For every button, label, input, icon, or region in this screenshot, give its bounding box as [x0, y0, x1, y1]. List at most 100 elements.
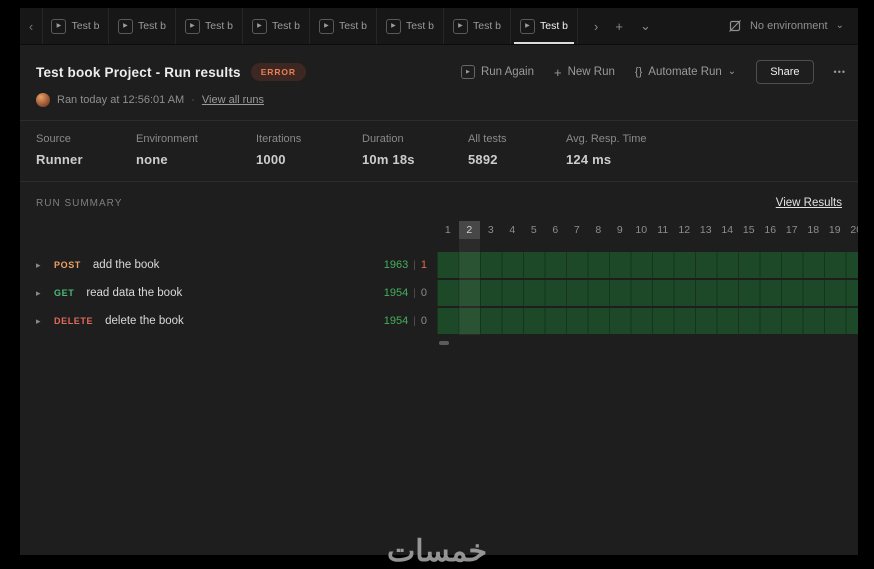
new-tab-button[interactable]: + — [615, 19, 623, 34]
pass-fail-counts: 1963 | 1 — [384, 259, 437, 271]
automate-icon: {} — [634, 65, 643, 78]
pass-fail-counts: 1954 | 0 — [384, 315, 437, 327]
app-window: ‹ ▶ Test b ▶ Test b ▶ Test b ▶ Test b ▶ Test b ▶ Te… — [20, 8, 858, 555]
scroll-tabs-right-button[interactable]: › — [594, 19, 598, 34]
horizontal-scrollbar-thumb[interactable] — [439, 341, 449, 345]
column-header-9[interactable]: 9 — [609, 221, 631, 239]
runner-tab-icon: ▶ — [117, 18, 133, 34]
count-separator: | — [413, 287, 416, 299]
run-summary-grid: 1234567891011121314151617181920 ▸POSTadd… — [20, 221, 858, 345]
column-header-20[interactable]: 20 — [846, 221, 858, 239]
failed-count: 0 — [420, 287, 427, 299]
run-timestamp: Ran today at 12:56:01 AM — [57, 94, 185, 106]
tab-8[interactable]: ▶ Test b — [511, 8, 578, 44]
tab-label: Test b — [271, 20, 300, 32]
stat-duration: Duration 10m 18s — [362, 133, 468, 167]
tab-5[interactable]: ▶ Test b — [310, 8, 377, 44]
view-results-link[interactable]: View Results — [776, 197, 842, 209]
column-header-16[interactable]: 16 — [760, 221, 782, 239]
pass-fail-counts: 1954 | 0 — [384, 287, 437, 299]
iteration-column-headers: 1234567891011121314151617181920 — [20, 221, 858, 239]
watermark-text: خمسات — [386, 535, 488, 568]
column-header-8[interactable]: 8 — [588, 221, 610, 239]
run-summary-label: RUN SUMMARY — [36, 197, 123, 209]
screenshot-canvas: ‹ ▶ Test b ▶ Test b ▶ Test b ▶ Test b ▶ Test b ▶ Te… — [0, 0, 874, 569]
request-method: GET — [54, 288, 75, 298]
row-heatmap[interactable] — [437, 280, 858, 306]
column-header-1[interactable]: 1 — [437, 221, 459, 239]
tab-1[interactable]: ▶ Test b — [42, 8, 109, 44]
automate-run-button[interactable]: {} Automate Run ⌄ — [635, 66, 736, 78]
stat-value: 1000 — [256, 152, 286, 167]
column-header-11[interactable]: 11 — [652, 221, 674, 239]
column-header-10[interactable]: 10 — [631, 221, 653, 239]
run-summary-rows: ▸ POST add the book 1963 | 1 ▸ GET read data the… — [20, 251, 858, 335]
page-title: Test book Project - Run results — [36, 64, 241, 80]
request-method: POST — [54, 260, 81, 270]
tab-bar: ‹ ▶ Test b ▶ Test b ▶ Test b ▶ Test b ▶ Test b ▶ Te… — [20, 8, 858, 45]
run-again-label: Run Again — [480, 66, 535, 78]
column-header-12[interactable]: 12 — [674, 221, 696, 239]
header-actions: ▶ Run Again + New Run {} Automate Run ⌄ … — [460, 60, 846, 84]
stat-label: Environment — [136, 133, 198, 145]
tab-list-dropdown-icon[interactable]: ⌄ — [640, 18, 651, 34]
runner-tab-icon: ▶ — [251, 18, 267, 34]
avatar — [36, 93, 50, 107]
stat-iterations: Iterations 1000 — [256, 133, 362, 167]
column-header-17[interactable]: 17 — [781, 221, 803, 239]
expand-row-icon[interactable]: ▸ — [36, 260, 54, 271]
chevron-down-icon: ⌄ — [727, 66, 737, 77]
stat-environment: Environment none — [136, 133, 256, 167]
row-heatmap[interactable] — [437, 252, 858, 278]
tab-label: Test b — [539, 20, 568, 32]
count-separator: | — [413, 259, 416, 271]
run-meta-row: Ran today at 12:56:01 AM · View all runs — [20, 84, 858, 120]
tab-7[interactable]: ▶ Test b — [444, 8, 511, 44]
row-left: ▸ GET read data the book 1954 | 0 — [20, 287, 437, 299]
column-header-7[interactable]: 7 — [566, 221, 588, 239]
environment-selector[interactable]: No environment ⌄ — [714, 8, 858, 44]
tab-label: Test b — [71, 20, 100, 32]
stat-avg-resp-time: Avg. Resp. Time 124 ms — [566, 133, 842, 167]
chevron-down-icon: ⌄ — [835, 20, 844, 31]
stat-source: Source Runner — [36, 133, 136, 167]
scroll-tabs-left-button[interactable]: ‹ — [20, 8, 42, 44]
column-header-6[interactable]: 6 — [545, 221, 567, 239]
view-all-runs-link[interactable]: View all runs — [202, 94, 264, 106]
row-heatmap[interactable] — [437, 308, 858, 334]
run-summary-row: ▸ GET read data the book 1954 | 0 — [20, 279, 858, 307]
column-header-4[interactable]: 4 — [502, 221, 524, 239]
new-run-button[interactable]: + New Run — [554, 66, 615, 79]
run-summary-row: ▸ DELETE delete the book 1954 | 0 — [20, 307, 858, 335]
request-method: DELETE — [54, 316, 94, 326]
tab-6[interactable]: ▶ Test b — [377, 8, 444, 44]
column-header-3[interactable]: 3 — [480, 221, 502, 239]
share-button[interactable]: Share — [756, 60, 814, 84]
column-header-18[interactable]: 18 — [803, 221, 825, 239]
row-left: ▸ DELETE delete the book 1954 | 0 — [20, 315, 437, 327]
more-options-button[interactable]: ••• — [834, 67, 846, 77]
runner-tab-icon: ▶ — [184, 18, 200, 34]
header-row: Test book Project - Run results ERROR ▶ … — [20, 45, 858, 84]
column-header-19[interactable]: 19 — [824, 221, 846, 239]
run-summary-row: ▸ POST add the book 1963 | 1 — [20, 251, 858, 279]
column-header-14[interactable]: 14 — [717, 221, 739, 239]
tab-3[interactable]: ▶ Test b — [176, 8, 243, 44]
automate-run-label: Automate Run — [648, 66, 722, 78]
stat-label: All tests — [468, 133, 507, 145]
passed-count: 1954 — [383, 287, 409, 299]
request-name: add the book — [92, 259, 160, 271]
tab-2[interactable]: ▶ Test b — [109, 8, 176, 44]
run-again-button[interactable]: ▶ Run Again — [460, 65, 535, 79]
separator-dot: · — [191, 94, 195, 106]
column-header-15[interactable]: 15 — [738, 221, 760, 239]
stat-value: Runner — [36, 152, 83, 167]
request-name: read data the book — [86, 287, 183, 299]
runner-tab-icon: ▶ — [385, 18, 401, 34]
column-header-5[interactable]: 5 — [523, 221, 545, 239]
column-header-2[interactable]: 2 — [458, 221, 480, 239]
tab-4[interactable]: ▶ Test b — [243, 8, 310, 44]
expand-row-icon[interactable]: ▸ — [36, 288, 54, 299]
expand-row-icon[interactable]: ▸ — [36, 316, 54, 327]
column-header-13[interactable]: 13 — [695, 221, 717, 239]
